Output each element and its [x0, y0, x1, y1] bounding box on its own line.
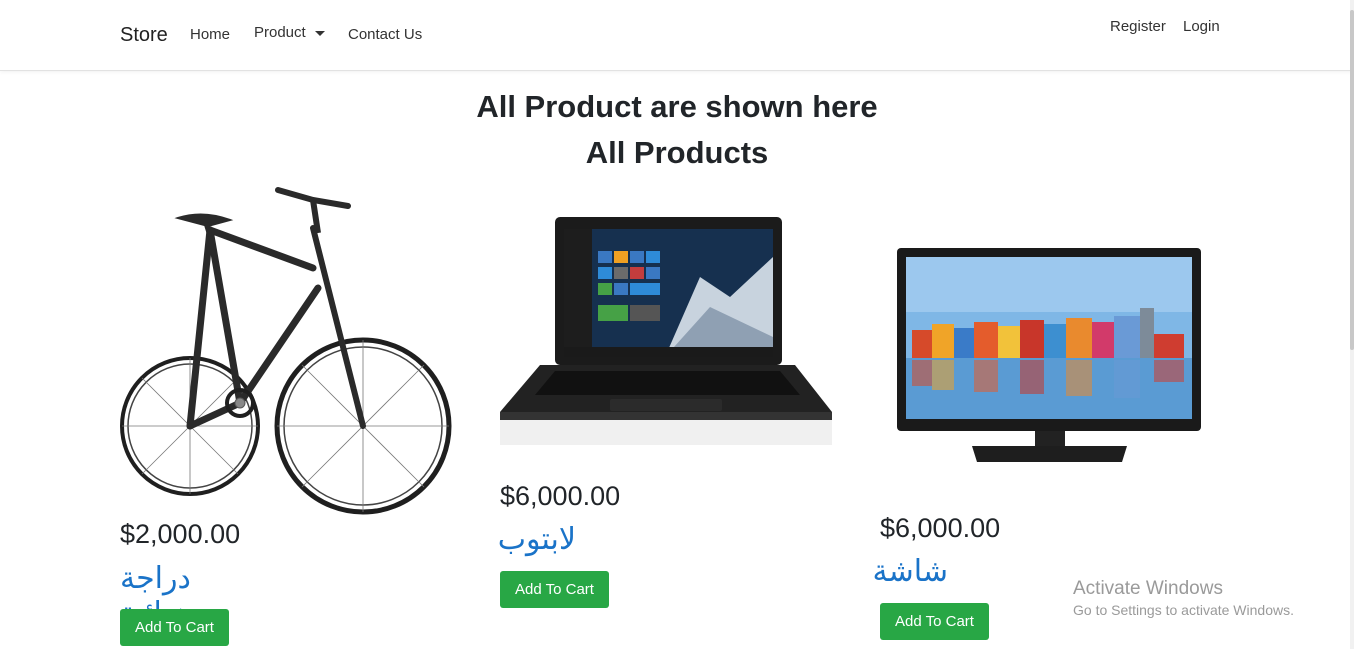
nav-login-link[interactable]: Login	[1183, 18, 1220, 35]
nav-contact-link[interactable]: Contact Us	[348, 26, 422, 43]
add-to-cart-button[interactable]: Add To Cart	[880, 603, 989, 640]
page-subtitle: All Products	[585, 135, 769, 170]
nav-register-link[interactable]: Register	[1110, 18, 1166, 35]
nav-product-dropdown[interactable]: Product	[254, 24, 325, 41]
scrollbar-thumb[interactable]	[1350, 10, 1354, 350]
navbar: Store Home Product Contact Us Register L…	[0, 0, 1354, 71]
product-name[interactable]: لابتوب	[498, 522, 576, 557]
add-to-cart-button[interactable]: Add To Cart	[120, 609, 229, 646]
caret-down-icon	[314, 30, 325, 36]
watermark-subtitle: Go to Settings to activate Windows.	[1073, 602, 1294, 618]
monitor-image[interactable]	[897, 248, 1201, 466]
product-price: $6,000.00	[880, 513, 1001, 543]
windows-activation-watermark: Activate Windows Go to Settings to activ…	[1073, 578, 1294, 618]
bicycle-image[interactable]	[118, 178, 454, 520]
product-price: $6,000.00	[500, 481, 621, 511]
nav-product-label: Product	[254, 24, 306, 41]
product-name[interactable]: شاشة	[873, 554, 949, 589]
brand-link[interactable]: Store	[120, 24, 168, 47]
page-title: All Product are shown here	[476, 89, 878, 124]
product-price: $2,000.00	[120, 519, 241, 549]
laptop-image[interactable]	[500, 217, 832, 445]
add-to-cart-button[interactable]: Add To Cart	[500, 571, 609, 608]
nav-home-link[interactable]: Home	[190, 26, 230, 43]
watermark-title: Activate Windows	[1073, 578, 1223, 599]
